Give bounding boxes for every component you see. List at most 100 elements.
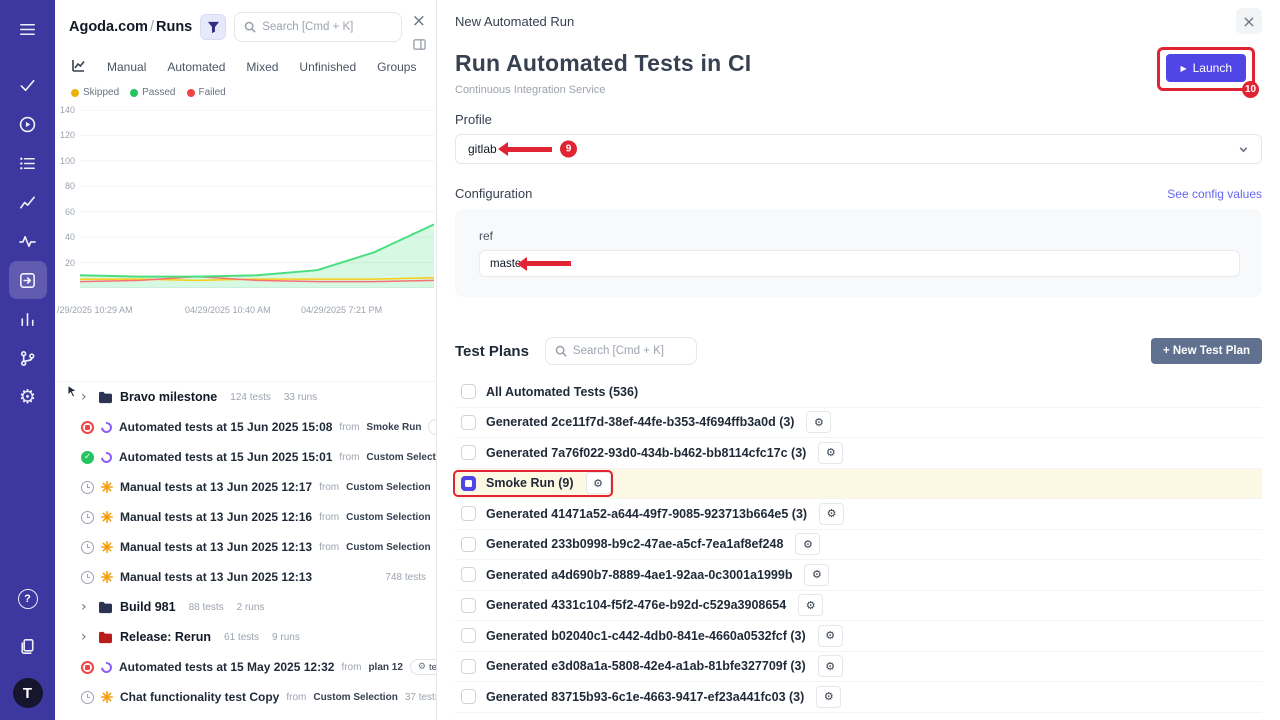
test-plan-row[interactable]: Generated a4d690b7-8889-4ae1-92aa-0c3001… [455,560,1262,591]
checkbox[interactable] [461,628,476,643]
folder-row-build[interactable]: › Build 981 88 tests 2 runs [55,592,436,622]
checkbox[interactable] [461,537,476,552]
checkbox-checked[interactable] [461,476,476,491]
checkbox[interactable] [461,689,476,704]
menu-icon[interactable] [9,10,47,48]
plan-settings-button[interactable]: ⚙ [804,564,829,586]
run-row[interactable]: Chat functionality test Copy from Custom… [55,682,436,712]
breadcrumb-page[interactable]: Runs [156,19,192,35]
funnel-icon [207,21,220,34]
tab-unfinished[interactable]: Unfinished [299,60,356,74]
close-dialog-icon[interactable]: × [1236,8,1262,34]
pulse-activity-icon[interactable] [9,222,47,260]
launch-wrap: ▶ Launch 10 [1166,54,1246,82]
folder-icon [98,631,113,644]
tab-automated[interactable]: Automated [167,60,225,74]
checkbox[interactable] [461,415,476,430]
run-row[interactable]: Automated tests at 15 May 2025 12:32 fro… [55,652,436,682]
see-config-values-link[interactable]: See config values [1167,187,1262,201]
chevron-right-icon[interactable]: › [81,389,91,405]
test-plan-row[interactable]: Generated 83715b93-6c1e-4663-9417-ef23a4… [455,682,1262,713]
run-row[interactable]: Manual tests at 13 Jun 2025 12:16 from C… [55,502,436,532]
test-plans-search-input[interactable] [573,345,687,357]
plan-settings-button[interactable]: ⚙ [818,442,843,464]
plan-settings-button[interactable]: ⚙ [586,472,611,494]
filter-button[interactable] [200,14,226,40]
test-plans-search[interactable] [545,337,697,365]
run-title: Automated tests at 15 May 2025 12:32 [119,660,334,674]
import-export-icon[interactable] [9,261,47,299]
test-plan-row[interactable]: Generated e3d08a1a-5808-42e4-a1ab-81bfe3… [455,652,1262,683]
test-plan-row[interactable]: Generated b02040c1-c442-4db0-841e-4660a0… [455,621,1262,652]
chevron-right-icon[interactable]: › [81,599,91,615]
profile-select[interactable]: gitlab 9 [455,134,1262,164]
title-block: Run Automated Tests in CI Continuous Int… [455,50,751,96]
test-plan-row[interactable]: Generated 7a76f022-93d0-434b-b462-bb8114… [455,438,1262,469]
help-icon[interactable]: ? [9,580,47,618]
test-badge[interactable]: ⚙ test [428,419,436,435]
test-plan-row[interactable]: Generated 2ce11f7d-38ef-44fe-b353-4f694f… [455,408,1262,439]
tab-manual[interactable]: Manual [107,60,146,74]
checkbox[interactable] [461,659,476,674]
test-plan-row[interactable]: All Automated Tests (536) [455,377,1262,408]
legend-passed[interactable]: Passed [130,87,175,98]
checkbox[interactable] [461,506,476,521]
test-plan-row[interactable]: Generated 41471a52-a644-49f7-9085-923713… [455,499,1262,530]
docs-icon[interactable] [9,627,47,665]
run-row[interactable]: Automated tests at 15 Jun 2025 15:08 fro… [55,412,436,442]
manual-run-icon [101,481,113,493]
from-label: from [339,422,359,433]
logo-avatar[interactable]: T [13,678,43,708]
settings-gear-icon[interactable]: ⚙ [9,378,47,416]
analytics-chart-icon[interactable] [9,183,47,221]
folder-row-release[interactable]: › Release: Rerun 61 tests 9 runs [55,622,436,652]
folder-tests-count: 88 tests [189,602,224,613]
chevron-right-icon[interactable]: › [81,629,91,645]
breadcrumb-project[interactable]: Agoda.com [69,19,148,35]
gear-icon: ⚙ [827,507,837,520]
tab-mixed[interactable]: Mixed [246,60,278,74]
run-row[interactable]: Manual tests at 13 Jun 2025 12:17 from C… [55,472,436,502]
run-title: Manual tests at 13 Jun 2025 12:13 [120,540,312,554]
reports-bar-chart-icon[interactable] [9,300,47,338]
plan-settings-button[interactable]: ⚙ [818,625,843,647]
run-row[interactable]: Automated tests at 15 Jun 2025 15:01 fro… [55,442,436,472]
launch-button[interactable]: ▶ Launch [1166,54,1246,82]
test-plan-row[interactable]: Generated 4331c104-f5f2-476e-b92d-c529a3… [455,591,1262,622]
ytick: 140 [55,105,75,115]
test-plan-row-smoke-run[interactable]: Smoke Run (9) ⚙ [455,469,1262,500]
test-plans-title: Test Plans [455,343,529,360]
plan-settings-button[interactable]: ⚙ [798,594,823,616]
checkbox[interactable] [461,567,476,582]
plan-settings-button[interactable]: ⚙ [795,533,820,555]
plan-settings-button[interactable]: ⚙ [806,411,831,433]
tab-groups[interactable]: Groups [377,60,416,74]
folder-row-bravo[interactable]: › Bravo milestone 124 tests 33 runs [55,382,436,412]
new-test-plan-button[interactable]: + New Test Plan [1151,338,1262,364]
tests-check-icon[interactable] [9,66,47,104]
search-icon [244,21,256,33]
legend-skipped[interactable]: Skipped [71,87,119,98]
test-badge[interactable]: ⚙ test [410,659,436,675]
git-branch-icon[interactable] [9,339,47,377]
checkbox[interactable] [461,598,476,613]
run-row[interactable]: Manual tests at 13 Jun 2025 12:13 from C… [55,532,436,562]
ref-input[interactable] [479,250,1240,277]
panel-layout-icon[interactable] [413,38,426,56]
close-panel-icon[interactable]: × [412,13,426,30]
run-source: Custom Selection [346,542,430,553]
checkbox[interactable] [461,384,476,399]
test-plans-list: All Automated Tests (536) Generated 2ce1… [455,377,1262,713]
runs-play-icon[interactable] [9,105,47,143]
run-row[interactable]: Manual tests at 13 Jun 2025 12:13 748 te… [55,562,436,592]
plan-settings-button[interactable]: ⚙ [818,655,843,677]
test-plan-row[interactable]: Generated 233b0998-b9c2-47ae-a5cf-7ea1af… [455,530,1262,561]
legend-failed[interactable]: Failed [187,87,226,98]
plan-settings-button[interactable]: ⚙ [816,686,841,708]
suites-list-icon[interactable] [9,144,47,182]
runs-search-input[interactable] [262,21,392,33]
chart-view-icon[interactable] [71,58,86,76]
plan-settings-button[interactable]: ⚙ [819,503,844,525]
runs-search[interactable] [234,12,402,42]
checkbox[interactable] [461,445,476,460]
